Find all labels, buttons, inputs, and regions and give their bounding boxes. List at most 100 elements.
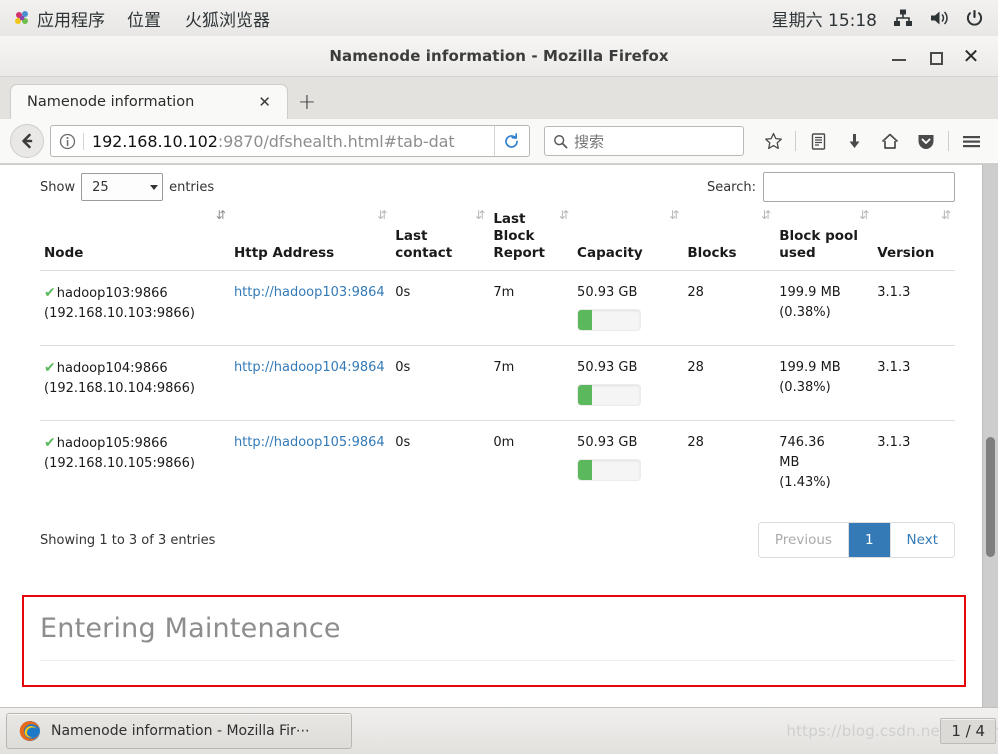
column-header-node[interactable]: ⇵ Node bbox=[40, 205, 230, 271]
node-name: hadoop104:9866 bbox=[56, 361, 168, 376]
search-placeholder: 搜索 bbox=[574, 132, 605, 151]
sort-icon-node: ⇵ bbox=[215, 208, 226, 222]
column-header-capacity[interactable]: ⇵ Capacity bbox=[573, 205, 684, 271]
applications-icon bbox=[15, 11, 28, 24]
datatable-controls: Show 25 entries Search: bbox=[40, 169, 955, 205]
desktop-top-panel: 应用程序 位置 火狐浏览器 星期六 15:18 bbox=[0, 0, 998, 37]
pool-used-value: 199.9 MB bbox=[779, 285, 841, 300]
identity-box[interactable] bbox=[59, 132, 84, 150]
table-row[interactable]: ✔hadoop104:9866 (192.168.10.104:9866) ht… bbox=[40, 345, 955, 421]
pagination: Previous 1 Next bbox=[757, 522, 955, 558]
capacity-progress-fill bbox=[578, 310, 593, 330]
cell-node: ✔hadoop105:9866 (192.168.10.105:9866) bbox=[40, 421, 230, 508]
clock[interactable]: 星期六 15:18 bbox=[772, 6, 877, 31]
pagination-previous[interactable]: Previous bbox=[759, 523, 849, 557]
applications-menu[interactable]: 应用程序 bbox=[8, 3, 115, 34]
cell-capacity: 50.93 GB bbox=[573, 345, 684, 421]
capacity-progress-bar bbox=[577, 384, 642, 406]
reload-button[interactable] bbox=[494, 126, 527, 156]
bookmark-star-icon[interactable] bbox=[756, 124, 790, 158]
table-row[interactable]: ✔hadoop103:9866 (192.168.10.103:9866) ht… bbox=[40, 270, 955, 346]
minimize-button[interactable] bbox=[890, 47, 908, 65]
column-header-blocks[interactable]: ⇵ Blocks bbox=[683, 205, 776, 271]
datatable-search-input[interactable] bbox=[763, 172, 955, 202]
http-address-link[interactable]: http://hadoop103:9864 bbox=[234, 285, 385, 300]
column-header-http-address[interactable]: ⇵ Http Address bbox=[229, 205, 392, 271]
capacity-progress-bar bbox=[577, 309, 642, 331]
library-icon[interactable] bbox=[801, 124, 835, 158]
arrow-down-icon bbox=[849, 133, 859, 148]
firefox-menu[interactable]: 火狐浏览器 bbox=[173, 3, 282, 34]
http-address-link[interactable]: http://hadoop105:9864 bbox=[234, 435, 385, 450]
url-text[interactable]: 192.168.10.102:9870/dfshealth.html#tab-d… bbox=[92, 132, 494, 151]
downloads-icon[interactable] bbox=[837, 124, 871, 158]
pool-used-value: 746.36 MB bbox=[779, 435, 825, 470]
home-icon[interactable] bbox=[873, 124, 907, 158]
close-tab-icon[interactable]: ✕ bbox=[252, 93, 277, 111]
cell-block-pool-used: 199.9 MB (0.38%) bbox=[775, 345, 874, 421]
tab-namenode-information[interactable]: Namenode information ✕ bbox=[10, 84, 288, 119]
datanodes-table: ⇵ Node ⇵ Http Address ⇵ Last contact ⇵ L… bbox=[40, 205, 955, 508]
cell-blocks: 28 bbox=[683, 270, 776, 346]
dfshealth-page: Show 25 entries Search: ⇵ Node ⇵ Http Ad… bbox=[0, 165, 983, 708]
page-scrollbar-thumb[interactable] bbox=[986, 437, 995, 557]
column-header-version[interactable]: ⇵ Version bbox=[873, 205, 955, 271]
cell-http-address: http://hadoop103:9864 bbox=[229, 270, 392, 346]
maximize-button[interactable] bbox=[926, 47, 944, 65]
applications-menu-label: 应用程序 bbox=[37, 10, 105, 31]
toolbar-separator bbox=[795, 131, 796, 151]
datatable-filter: Search: bbox=[707, 172, 955, 202]
entries-label: entries bbox=[169, 179, 215, 195]
firefox-icon bbox=[19, 721, 40, 741]
cell-blocks: 28 bbox=[683, 345, 776, 421]
search-input[interactable]: 搜索 bbox=[544, 126, 744, 156]
screen: 应用程序 位置 火狐浏览器 星期六 15:18 Namenode informa… bbox=[0, 0, 998, 754]
column-header-last-contact[interactable]: ⇵ Last contact bbox=[391, 205, 490, 271]
close-window-button[interactable]: ✕ bbox=[962, 46, 980, 66]
cell-capacity: 50.93 GB bbox=[573, 421, 683, 508]
column-header-last-block-report[interactable]: ⇵ Last Block Report bbox=[489, 205, 574, 271]
capacity-progress-bar bbox=[577, 459, 642, 481]
power-icon[interactable] bbox=[965, 9, 984, 28]
network-icon[interactable] bbox=[893, 9, 913, 27]
desktop-menu-group: 应用程序 位置 火狐浏览器 bbox=[0, 3, 282, 34]
url-host: 192.168.10.102 bbox=[92, 131, 218, 151]
pool-used-percent: (1.43%) bbox=[779, 475, 831, 490]
http-address-link[interactable]: http://hadoop104:9864 bbox=[234, 360, 385, 375]
workspace-indicator[interactable]: 1 / 4 bbox=[940, 718, 996, 744]
places-menu[interactable]: 位置 bbox=[115, 3, 173, 34]
table-row[interactable]: ✔hadoop105:9866 (192.168.10.105:9866) ht… bbox=[40, 421, 955, 508]
cell-last-block-report: 7m bbox=[489, 270, 574, 346]
pagination-page-1[interactable]: 1 bbox=[848, 523, 891, 557]
cell-last-contact: 0s bbox=[391, 270, 490, 346]
sort-icon-last-contact: ⇵ bbox=[475, 208, 485, 222]
url-bar[interactable]: 192.168.10.102:9870/dfshealth.html#tab-d… bbox=[50, 125, 530, 157]
sort-icon-http-address: ⇵ bbox=[377, 208, 387, 222]
chevron-down-icon bbox=[150, 184, 159, 190]
column-label-last-block-report: Last Block Report bbox=[493, 211, 545, 261]
window-controls: ✕ bbox=[890, 36, 990, 76]
capacity-value: 50.93 GB bbox=[577, 360, 638, 375]
volume-icon[interactable] bbox=[929, 9, 949, 27]
page-length-select[interactable]: 25 bbox=[81, 173, 164, 201]
column-label-http-address: Http Address bbox=[233, 245, 335, 261]
pagination-next[interactable]: Next bbox=[891, 523, 954, 557]
back-button[interactable] bbox=[10, 124, 44, 158]
cell-capacity: 50.93 GB bbox=[573, 270, 684, 346]
column-header-block-pool-used[interactable]: ⇵ Block pool used bbox=[775, 205, 874, 271]
page-scrollbar[interactable] bbox=[982, 165, 998, 708]
tab-label: Namenode information bbox=[27, 94, 195, 110]
capacity-value: 50.93 GB bbox=[577, 285, 638, 300]
cell-last-block-report: 0m bbox=[493, 435, 515, 450]
arrow-left-icon bbox=[22, 133, 33, 149]
cell-http-address: http://hadoop104:9864 bbox=[229, 345, 392, 421]
toolbar-separator-2 bbox=[948, 131, 949, 151]
search-icon bbox=[554, 134, 568, 148]
node-healthy-check-icon: ✔ bbox=[44, 435, 56, 451]
new-tab-button[interactable]: + bbox=[288, 85, 326, 119]
node-address: (192.168.10.103:9866) bbox=[44, 306, 195, 321]
taskbar-item-firefox[interactable]: Namenode information - Mozilla Fir⋯ bbox=[6, 713, 352, 749]
pocket-icon[interactable] bbox=[909, 124, 943, 158]
cell-version: 3.1.3 bbox=[877, 435, 911, 450]
menu-icon[interactable] bbox=[954, 124, 988, 158]
